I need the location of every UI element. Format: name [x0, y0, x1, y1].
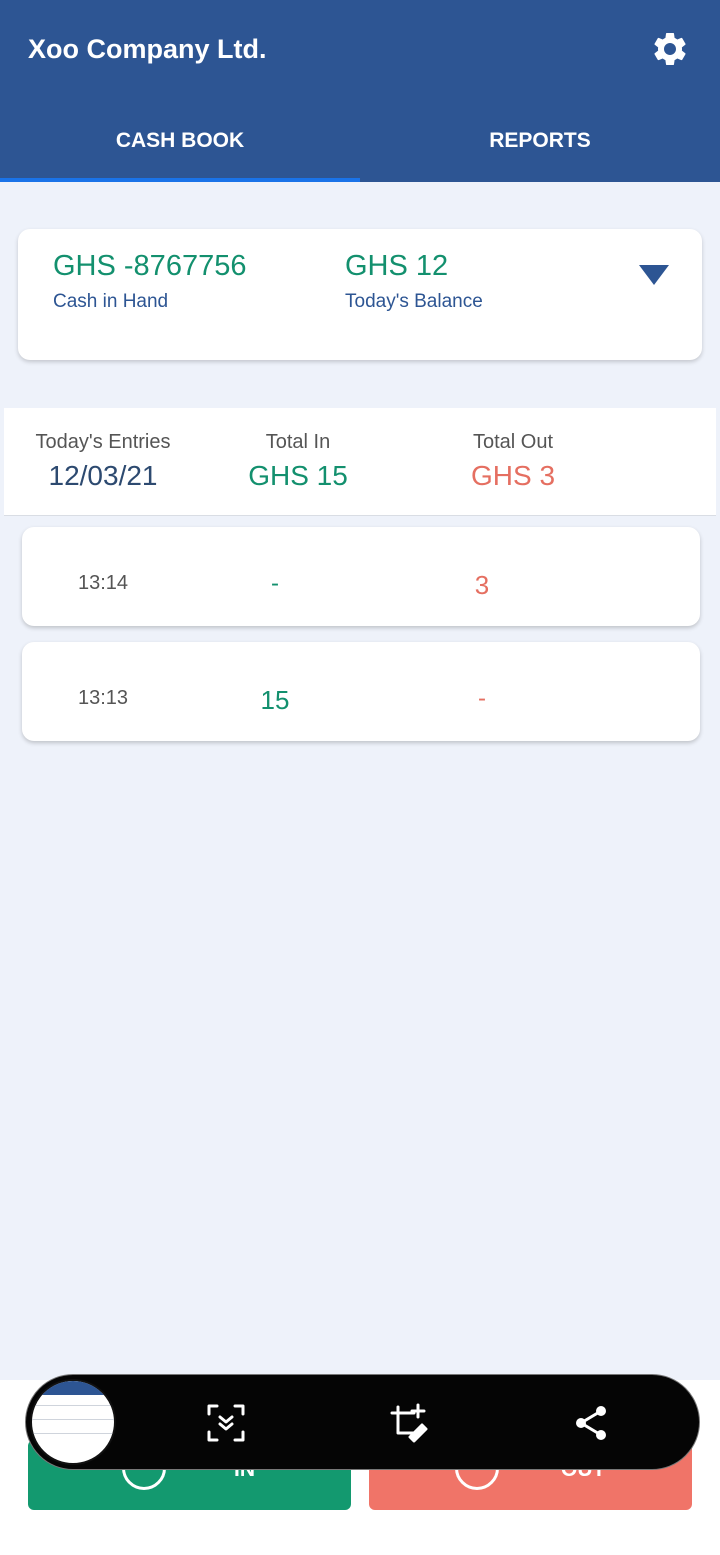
company-title: Xoo Company Ltd. — [28, 34, 267, 64]
total-in-label: Total In — [265, 431, 331, 453]
todays-entries-label: Today's Entries — [35, 431, 171, 453]
tab-reports[interactable]: REPORTS — [360, 118, 720, 182]
cash-in-hand-label: Cash in Hand — [53, 291, 169, 312]
screenshot-thumbnail[interactable] — [30, 1379, 116, 1465]
entry-in-amount: 15 — [260, 685, 290, 715]
scroll-capture-icon[interactable] — [206, 1403, 246, 1443]
balance-card[interactable]: GHS -8767756 Cash in Hand GHS 12 Today's… — [18, 229, 702, 360]
entry-out-amount: 3 — [474, 570, 490, 600]
entry-row[interactable]: 13:13 15 - — [22, 642, 700, 741]
tab-cash-book[interactable]: CASH BOOK — [0, 118, 360, 182]
total-out-label: Total Out — [472, 431, 554, 453]
active-tab-indicator — [0, 178, 360, 182]
total-in-value: GHS 15 — [248, 460, 348, 491]
screenshot-toolbar — [25, 1374, 700, 1470]
thumbnail-line — [32, 1419, 114, 1420]
entry-row[interactable]: 13:14 - 3 — [22, 527, 700, 626]
entry-time: 13:14 — [78, 572, 129, 594]
entry-in-amount: - — [271, 570, 279, 597]
thumbnail-header — [32, 1381, 114, 1395]
entry-time: 13:13 — [78, 687, 129, 709]
thumbnail-line — [32, 1405, 114, 1406]
entries-summary: Today's Entries 12/03/21 Total In GHS 15… — [4, 408, 716, 516]
app-bar: Xoo Company Ltd. CASH BOOK REPORTS — [0, 0, 720, 182]
share-icon[interactable] — [571, 1403, 611, 1443]
total-out-value: GHS 3 — [470, 460, 556, 491]
entry-out-amount: - — [478, 685, 486, 712]
crop-edit-icon[interactable] — [388, 1403, 428, 1443]
thumbnail-line — [32, 1433, 114, 1434]
gear-icon[interactable] — [650, 29, 690, 69]
entries-date[interactable]: 12/03/21 — [4, 460, 202, 492]
todays-balance-label: Today's Balance — [345, 291, 483, 312]
todays-balance-amount: GHS 12 — [345, 250, 449, 282]
triangle-down-icon[interactable] — [638, 264, 670, 286]
cash-in-hand-amount: GHS -8767756 — [53, 250, 247, 282]
